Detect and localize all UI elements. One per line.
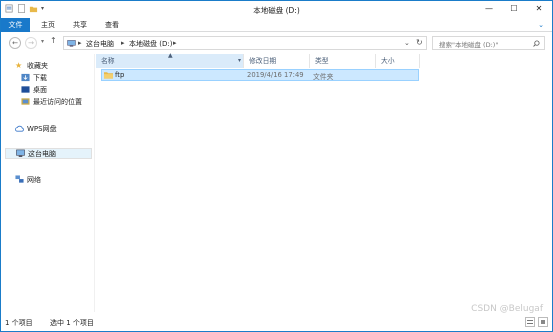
watermark-text: CSDN @Belugaf (471, 304, 543, 314)
up-button[interactable]: ↑ (50, 36, 57, 45)
ribbon-tabs: 文件 主页 共享 查看 ⌄ (1, 18, 552, 32)
explorer-window: ▾ 本地磁盘 (D:) — ☐ ✕ 文件 主页 共享 查看 ⌄ ← → ▾ ↑ … (0, 0, 553, 332)
nav-wps-cloud[interactable]: WPS网盘 (15, 123, 106, 134)
status-selected-count: 选中 1 个项目 (50, 319, 94, 327)
maximize-icon: ☐ (510, 4, 518, 13)
nav-favorites[interactable]: ★ 收藏夹 (15, 60, 106, 71)
forward-button[interactable]: → (25, 37, 37, 49)
status-item-count: 1 个项目 (5, 319, 33, 327)
up-arrow-icon: ↑ (50, 36, 57, 45)
tab-share[interactable]: 共享 (65, 18, 95, 32)
maximize-button[interactable]: ☐ (503, 1, 525, 16)
nav-favorites-label: 收藏夹 (27, 61, 48, 70)
details-view-icon (527, 320, 533, 324)
navigation-pane: ★ 收藏夹 下载 桌面 最近访问的位置 WPS网盘 这台电脑 网络 (1, 54, 95, 312)
folder-icon (104, 72, 113, 79)
large-icons-view-icon (541, 320, 545, 324)
file-type: 文件夹 (313, 73, 334, 81)
computer-icon (16, 149, 25, 157)
recent-locations-chevron-icon[interactable]: ▾ (41, 38, 44, 45)
column-header-size[interactable]: 大小 (376, 54, 420, 68)
network-icon (15, 175, 24, 183)
status-bar: 1 个项目 选中 1 个项目 (1, 314, 552, 331)
column-filter-chevron-icon[interactable]: ▾ (238, 54, 241, 68)
address-row: ← → ▾ ↑ ▸ 这台电脑 ▸ 本地磁盘 (D:) ▸ ⌄ ↻ 搜索"本地磁盘… (1, 33, 552, 53)
sort-ascending-icon: ▲ (168, 52, 173, 59)
nav-this-pc-label: 这台电脑 (28, 149, 56, 158)
address-bar[interactable]: ▸ 这台电脑 ▸ 本地磁盘 (D:) ▸ ⌄ ↻ (63, 36, 427, 50)
favorites-star-icon: ★ (15, 61, 23, 70)
downloads-icon (21, 73, 30, 82)
file-modified: 2019/4/16 17:49 (247, 71, 304, 79)
nav-this-pc[interactable]: 这台电脑 (5, 148, 92, 159)
breadcrumb-separator-icon[interactable]: ▸ (173, 39, 177, 47)
forward-arrow-icon: → (28, 39, 34, 47)
back-button[interactable]: ← (9, 37, 21, 49)
breadcrumb-this-pc[interactable]: 这台电脑 (86, 39, 114, 49)
window-title: 本地磁盘 (D:) (253, 6, 300, 15)
tab-file[interactable]: 文件 (1, 18, 30, 32)
minimize-icon: — (485, 4, 493, 13)
file-list: 名称 ▲ ▾ 修改日期 类型 大小 ftp 2019/4/16 17:49 文件… (96, 52, 552, 312)
search-icon[interactable] (533, 40, 540, 47)
address-history-chevron-icon[interactable]: ⌄ (404, 39, 410, 47)
search-placeholder: 搜索"本地磁盘 (D:)" (439, 41, 499, 49)
desktop-icon (21, 86, 30, 93)
breadcrumb-drive-d[interactable]: 本地磁盘 (D:) (129, 39, 172, 49)
nav-wps-label: WPS网盘 (27, 124, 57, 133)
large-icons-view-button[interactable] (538, 317, 548, 327)
back-arrow-icon: ← (12, 39, 18, 47)
nav-downloads-label: 下载 (33, 73, 47, 82)
nav-network-label: 网络 (27, 175, 41, 184)
computer-icon (67, 40, 76, 47)
refresh-icon[interactable]: ↻ (416, 38, 423, 47)
tab-home[interactable]: 主页 (33, 18, 63, 32)
cloud-icon (15, 125, 24, 132)
nav-network[interactable]: 网络 (15, 174, 106, 185)
column-name-label: 名称 (101, 57, 115, 65)
title-bar: ▾ 本地磁盘 (D:) — ☐ ✕ (1, 1, 552, 18)
expand-ribbon-chevron-icon[interactable]: ⌄ (536, 20, 546, 30)
table-row[interactable]: ftp 2019/4/16 17:49 文件夹 (101, 69, 419, 81)
breadcrumb-separator-icon[interactable]: ▸ (121, 39, 125, 47)
column-header-modified[interactable]: 修改日期 (244, 54, 310, 68)
search-input[interactable]: 搜索"本地磁盘 (D:)" (432, 36, 545, 50)
tab-view[interactable]: 查看 (97, 18, 127, 32)
close-button[interactable]: ✕ (528, 1, 550, 16)
details-view-button[interactable] (525, 317, 535, 327)
column-header-type[interactable]: 类型 (310, 54, 376, 68)
file-name: ftp (115, 71, 125, 79)
nav-desktop-label: 桌面 (33, 85, 47, 94)
breadcrumb-separator-icon[interactable]: ▸ (78, 39, 82, 47)
close-icon: ✕ (535, 4, 543, 13)
recent-places-icon (21, 98, 30, 105)
minimize-button[interactable]: — (478, 1, 500, 16)
nav-recent-label: 最近访问的位置 (33, 97, 82, 106)
column-header-name[interactable]: 名称 ▲ ▾ (96, 52, 244, 68)
